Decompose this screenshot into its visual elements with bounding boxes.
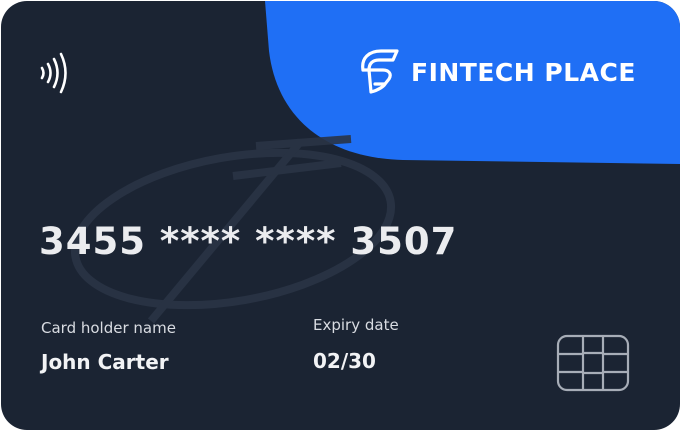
contactless-icon [37,51,79,95]
expiry-date-value: 02/30 [313,349,376,373]
fintech-place-logo-icon [357,48,403,96]
payment-card: FINTECH PLACE 3455 **** **** 3507 Card h… [1,1,680,430]
brand-header: FINTECH PLACE [357,47,636,97]
chip-icon [556,334,630,392]
card-holder-name: John Carter [41,350,169,374]
card-number: 3455 **** **** 3507 [39,220,458,263]
expiry-date-label: Expiry date [313,316,399,334]
brand-name: FINTECH PLACE [411,57,636,87]
card-holder-label: Card holder name [41,319,176,337]
